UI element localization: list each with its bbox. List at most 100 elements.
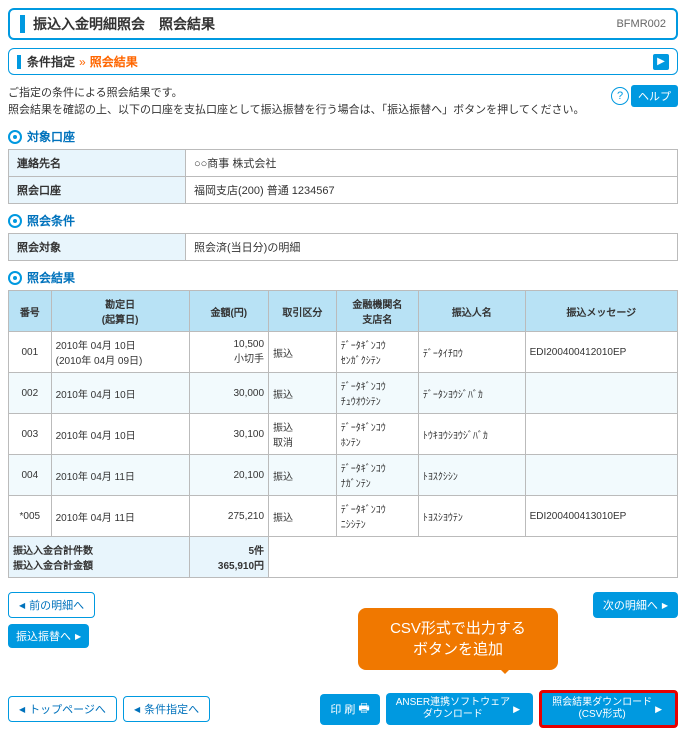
breadcrumb-sep: » bbox=[79, 55, 86, 69]
help-button[interactable]: ヘルプ bbox=[631, 85, 678, 107]
cell-amount: 275,210 bbox=[189, 496, 268, 537]
table-row: 0022010年 04月 10日30,000振込ﾃﾞｰﾀｷﾞﾝｺｳ ﾁｭｳｵｳｼ… bbox=[9, 373, 678, 414]
description-row: ご指定の条件による照会結果です。 照会結果を確認の上、以下の口座を支払口座として… bbox=[8, 85, 678, 118]
description-line1: ご指定の条件による照会結果です。 bbox=[8, 85, 585, 102]
cell-payer: ﾃﾞｰﾀﾝﾖｳｼﾞﾊﾞｶ bbox=[418, 373, 525, 414]
section-account-label: 対象口座 bbox=[27, 128, 75, 145]
cell-type: 振込 取消 bbox=[269, 414, 337, 455]
result-table: 番号 勘定日 (起算日) 金額(円) 取引区分 金融機関名 支店名 振込人名 振… bbox=[8, 290, 678, 578]
cell-date: 2010年 04月 10日 (2010年 04月 09日) bbox=[51, 332, 189, 373]
description-line2: 照会結果を確認の上、以下の口座を支払口座として振込振替を行う場合は、「振込振替へ… bbox=[8, 102, 585, 119]
cell-date: 2010年 04月 10日 bbox=[51, 414, 189, 455]
breadcrumb-step2: 照会結果 bbox=[90, 53, 138, 70]
target-label: 照会対象 bbox=[9, 234, 186, 261]
contact-label: 連絡先名 bbox=[9, 150, 186, 177]
cell-date: 2010年 04月 10日 bbox=[51, 373, 189, 414]
page-title-box: 振込入金明細照会 照会結果 BFMR002 bbox=[8, 8, 678, 40]
section-account: 対象口座 bbox=[8, 128, 678, 145]
cell-no: 001 bbox=[9, 332, 52, 373]
th-payer: 振込人名 bbox=[418, 291, 525, 332]
print-button[interactable]: 印 刷 bbox=[320, 694, 379, 725]
cell-payer: ﾄﾖｽｼﾖｳﾃﾝ bbox=[418, 496, 525, 537]
csv-label: 照会結果ダウンロード (CSV形式) bbox=[552, 697, 652, 721]
cell-type: 振込 bbox=[269, 496, 337, 537]
th-no: 番号 bbox=[9, 291, 52, 332]
th-message: 振込メッセージ bbox=[525, 291, 677, 332]
callout-wrap: CSV形式で出力する ボタンを追加 bbox=[358, 608, 558, 670]
cell-amount: 30,100 bbox=[189, 414, 268, 455]
cell-no: *005 bbox=[9, 496, 52, 537]
table-row: 0012010年 04月 10日 (2010年 04月 09日)10,500 小… bbox=[9, 332, 678, 373]
top-page-button[interactable]: トップページへ bbox=[8, 696, 117, 722]
summary-count-value: 5件 bbox=[194, 542, 264, 557]
cell-msg bbox=[525, 455, 677, 496]
th-type: 取引区分 bbox=[269, 291, 337, 332]
cell-msg: EDI200400413010EP bbox=[525, 496, 677, 537]
cell-no: 002 bbox=[9, 373, 52, 414]
bullet-icon bbox=[8, 214, 22, 228]
target-value: 照会済(当日分)の明細 bbox=[186, 234, 678, 261]
cell-no: 003 bbox=[9, 414, 52, 455]
chevron-right-icon: ▶ bbox=[653, 54, 669, 70]
section-result: 照会結果 bbox=[8, 269, 678, 286]
summary-labels: 振込入金合計件数 振込入金合計金額 bbox=[9, 537, 190, 578]
bottom-row: トップページへ 条件指定へ 印 刷 ANSER連携ソフトウェア ダウンロード ▶… bbox=[8, 690, 678, 728]
description-text: ご指定の条件による照会結果です。 照会結果を確認の上、以下の口座を支払口座として… bbox=[8, 85, 585, 118]
cell-bank: ﾃﾞｰﾀｷﾞﾝｺｳ ﾎﾝﾃﾝ bbox=[336, 414, 418, 455]
screen-code: BFMR002 bbox=[616, 18, 666, 30]
accent-bar bbox=[20, 15, 25, 33]
transfer-button[interactable]: 振込振替へ bbox=[8, 624, 89, 648]
accent-bar bbox=[17, 55, 21, 69]
breadcrumb-step1: 条件指定 bbox=[27, 53, 75, 70]
cell-type: 振込 bbox=[269, 373, 337, 414]
cell-amount: 30,000 bbox=[189, 373, 268, 414]
account-value: 福岡支店(200) 普通 1234567 bbox=[186, 177, 678, 204]
summary-amount-value: 365,910円 bbox=[194, 557, 264, 572]
account-label: 照会口座 bbox=[9, 177, 186, 204]
cell-payer: ﾃﾞｰﾀｲﾁﾛｳ bbox=[418, 332, 525, 373]
table-row: *0052010年 04月 11日275,210振込ﾃﾞｰﾀｷﾞﾝｺｳ ﾆｼｼﾃ… bbox=[9, 496, 678, 537]
summary-values: 5件 365,910円 bbox=[189, 537, 268, 578]
prev-button[interactable]: 前の明細へ bbox=[8, 592, 95, 618]
cell-bank: ﾃﾞｰﾀｷﾞﾝｺｳ ﾆｼｼﾃﾝ bbox=[336, 496, 418, 537]
account-table: 連絡先名 ○○商事 株式会社 照会口座 福岡支店(200) 普通 1234567 bbox=[8, 149, 678, 204]
summary-row: 振込入金合計件数 振込入金合計金額 5件 365,910円 bbox=[9, 537, 678, 578]
anser-download-button[interactable]: ANSER連携ソフトウェア ダウンロード ▶ bbox=[386, 693, 533, 725]
cell-date: 2010年 04月 11日 bbox=[51, 455, 189, 496]
cell-amount: 10,500 小切手 bbox=[189, 332, 268, 373]
printer-icon bbox=[355, 699, 369, 720]
cell-payer: ﾄﾖｽｸｼｼﾝ bbox=[418, 455, 525, 496]
cell-payer: ﾄｳｷﾖｳｼﾖｳｼﾞﾊﾞｶ bbox=[418, 414, 525, 455]
cell-bank: ﾃﾞｰﾀｷﾞﾝｺｳ ﾁｭｳｵｳｼﾃﾝ bbox=[336, 373, 418, 414]
th-bank: 金融機関名 支店名 bbox=[336, 291, 418, 332]
cell-date: 2010年 04月 11日 bbox=[51, 496, 189, 537]
help-area: ? ヘルプ bbox=[611, 85, 678, 107]
breadcrumb: 条件指定 » 照会結果 ▶ bbox=[8, 48, 678, 75]
cell-msg bbox=[525, 373, 677, 414]
th-amount: 金額(円) bbox=[189, 291, 268, 332]
back-conditions-button[interactable]: 条件指定へ bbox=[123, 696, 210, 722]
summary-count-label: 振込入金合計件数 bbox=[13, 542, 185, 557]
bullet-icon bbox=[8, 271, 22, 285]
table-row: 0032010年 04月 10日30,100振込 取消ﾃﾞｰﾀｷﾞﾝｺｳ ﾎﾝﾃ… bbox=[9, 414, 678, 455]
section-conditions-label: 照会条件 bbox=[27, 212, 75, 229]
print-label: 印 刷 bbox=[330, 701, 355, 717]
cell-msg bbox=[525, 414, 677, 455]
next-button[interactable]: 次の明細へ bbox=[593, 592, 678, 618]
section-conditions: 照会条件 bbox=[8, 212, 678, 229]
summary-empty bbox=[269, 537, 678, 578]
chevron-right-icon: ▶ bbox=[655, 704, 662, 715]
table-header-row: 番号 勘定日 (起算日) 金額(円) 取引区分 金融機関名 支店名 振込人名 振… bbox=[9, 291, 678, 332]
cell-type: 振込 bbox=[269, 455, 337, 496]
th-date: 勘定日 (起算日) bbox=[51, 291, 189, 332]
summary-amount-label: 振込入金合計金額 bbox=[13, 557, 185, 572]
callout: CSV形式で出力する ボタンを追加 bbox=[358, 608, 558, 670]
table-row: 0042010年 04月 11日20,100振込ﾃﾞｰﾀｷﾞﾝｺｳ ﾅｶﾞﾝﾃﾝ… bbox=[9, 455, 678, 496]
bullet-icon bbox=[8, 130, 22, 144]
contact-value: ○○商事 株式会社 bbox=[186, 150, 678, 177]
anser-label: ANSER連携ソフトウェア ダウンロード bbox=[396, 697, 510, 721]
csv-download-button[interactable]: 照会結果ダウンロード (CSV形式) ▶ bbox=[539, 690, 678, 728]
page-title: 振込入金明細照会 照会結果 bbox=[33, 14, 215, 34]
cell-msg: EDI200400412010EP bbox=[525, 332, 677, 373]
nav-row: 前の明細へ 次の明細へ bbox=[8, 592, 678, 618]
